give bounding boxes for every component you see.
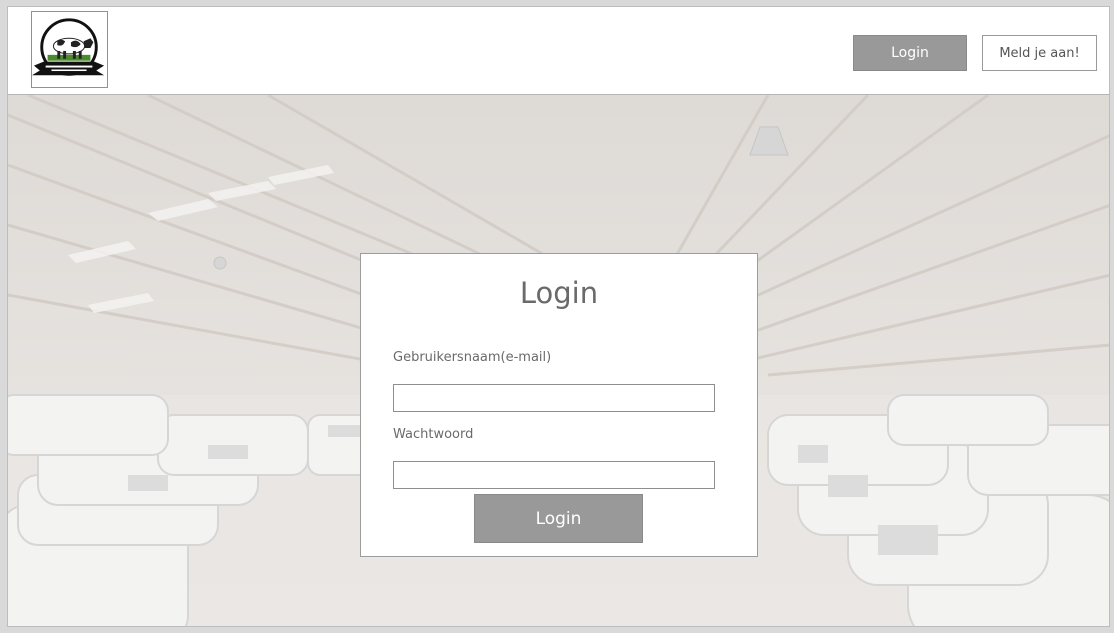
top-header: Login Meld je aan! bbox=[8, 7, 1109, 95]
login-submit-button[interactable]: Login bbox=[474, 494, 643, 543]
username-label: Gebruikersnaam(e-mail) bbox=[393, 350, 552, 365]
logo-graphic bbox=[32, 12, 107, 87]
username-input[interactable] bbox=[393, 384, 715, 412]
caravan-storage-hall-photo: Login Gebruikersnaam(e-mail) Wachtwoord … bbox=[8, 95, 1109, 626]
header-login-button[interactable]: Login bbox=[853, 35, 967, 71]
app-window: Login Meld je aan! Login Gebruikersnaam(… bbox=[7, 6, 1110, 627]
password-label: Wachtwoord bbox=[393, 427, 474, 442]
password-input[interactable] bbox=[393, 461, 715, 489]
login-panel: Login Gebruikersnaam(e-mail) Wachtwoord … bbox=[360, 253, 758, 557]
login-title: Login bbox=[519, 276, 599, 310]
cow-logo-icon[interactable] bbox=[31, 11, 108, 88]
register-button[interactable]: Meld je aan! bbox=[982, 35, 1097, 71]
